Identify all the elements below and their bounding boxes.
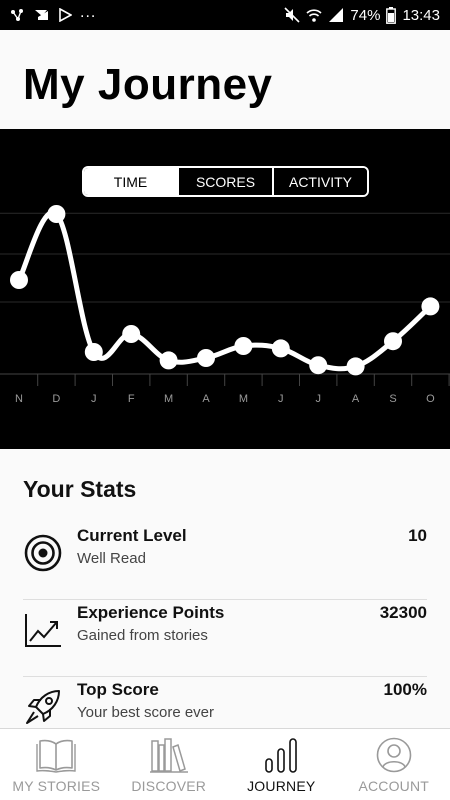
journey-chart-panel: N D J F M A M J J A S O TIME SCORES ACTIVITY bbox=[0, 129, 450, 449]
data-point[interactable] bbox=[346, 357, 365, 376]
data-point[interactable] bbox=[122, 325, 141, 343]
nav-label: MY STORIES bbox=[12, 778, 101, 794]
x-tick-label: J bbox=[278, 393, 284, 405]
x-tick-label: J bbox=[315, 393, 321, 405]
battery-icon bbox=[386, 6, 397, 24]
battery-level: 74% bbox=[350, 6, 381, 24]
user-icon bbox=[376, 737, 412, 773]
wifi-icon bbox=[306, 7, 322, 23]
bars-icon bbox=[265, 738, 298, 773]
nav-my-stories[interactable]: MY STORIES bbox=[0, 729, 113, 800]
target-icon bbox=[24, 534, 62, 572]
stat-value: 10 bbox=[408, 526, 427, 545]
x-tick-label: J bbox=[91, 393, 97, 405]
open-book-icon bbox=[36, 739, 76, 773]
data-point[interactable] bbox=[309, 356, 328, 375]
x-tick-label: A bbox=[202, 393, 210, 405]
stat-title: Experience Points bbox=[77, 603, 225, 622]
chart-mode-toggle: TIME SCORES ACTIVITY bbox=[82, 166, 369, 197]
header: My Journey bbox=[0, 30, 450, 129]
series-line bbox=[16, 209, 433, 372]
data-point[interactable] bbox=[197, 349, 215, 367]
x-tick-label: D bbox=[52, 393, 60, 405]
tab-scores[interactable]: SCORES bbox=[177, 168, 272, 195]
tab-time[interactable]: TIME bbox=[84, 168, 177, 195]
clock: 13:43 bbox=[402, 6, 440, 24]
stat-subtitle: Gained from stories bbox=[77, 627, 208, 644]
play-store-icon bbox=[58, 8, 72, 22]
x-tick-label: N bbox=[15, 393, 23, 405]
x-tick-label: O bbox=[426, 393, 435, 405]
status-right: 74% 13:43 bbox=[284, 5, 440, 25]
stat-title: Top Score bbox=[77, 680, 159, 699]
data-point[interactable] bbox=[10, 271, 28, 289]
nav-label: ACCOUNT bbox=[358, 778, 430, 794]
tab-activity[interactable]: ACTIVITY bbox=[272, 168, 367, 195]
nav-label: JOURNEY bbox=[247, 778, 316, 794]
stat-value: 100% bbox=[383, 680, 427, 699]
nav-discover[interactable]: DISCOVER bbox=[113, 729, 226, 800]
bookshelf-icon bbox=[149, 738, 188, 773]
status-bar: ... 74% 13:43 bbox=[0, 0, 450, 30]
nav-journey[interactable]: JOURNEY bbox=[225, 729, 338, 800]
data-point[interactable] bbox=[271, 339, 290, 358]
bottom-nav: MY STORIES DISCOVER JOURNEY ACCOUNT bbox=[0, 728, 450, 800]
trend-chart-icon bbox=[25, 614, 61, 647]
nav-account[interactable]: ACCOUNT bbox=[338, 729, 450, 800]
mute-icon bbox=[284, 7, 300, 23]
data-point[interactable] bbox=[421, 297, 440, 316]
stats-heading: Your Stats bbox=[23, 476, 137, 502]
x-tick-label: M bbox=[239, 393, 248, 405]
stats-panel: Your Stats Current Level Well Read 10 Ex… bbox=[0, 449, 450, 728]
stat-subtitle: Well Read bbox=[77, 550, 146, 567]
stat-subtitle: Your best score ever bbox=[77, 704, 215, 721]
data-point[interactable] bbox=[84, 343, 103, 361]
data-point[interactable] bbox=[234, 337, 253, 355]
data-point[interactable] bbox=[384, 332, 402, 351]
status-left: ... bbox=[10, 4, 97, 24]
page-title: My Journey bbox=[23, 60, 273, 109]
data-point[interactable] bbox=[47, 205, 66, 223]
data-point[interactable] bbox=[159, 351, 178, 370]
x-tick-label: S bbox=[389, 393, 396, 405]
status-overflow: ... bbox=[80, 4, 97, 21]
stat-value: 32300 bbox=[379, 603, 427, 622]
signal-icon bbox=[328, 7, 344, 23]
nav-label: DISCOVER bbox=[131, 778, 207, 794]
x-tick-label: F bbox=[128, 393, 135, 405]
x-tick-label: A bbox=[352, 393, 360, 405]
stat-experience-points: Experience Points Gained from stories 32… bbox=[23, 600, 427, 677]
x-tick-label: M bbox=[164, 393, 173, 405]
stat-title: Current Level bbox=[77, 526, 187, 545]
rocket-icon bbox=[26, 690, 60, 724]
bluetooth-dots-icon bbox=[10, 8, 26, 22]
stat-current-level: Current Level Well Read 10 bbox=[23, 523, 427, 600]
screen-mirror-icon bbox=[34, 8, 50, 22]
